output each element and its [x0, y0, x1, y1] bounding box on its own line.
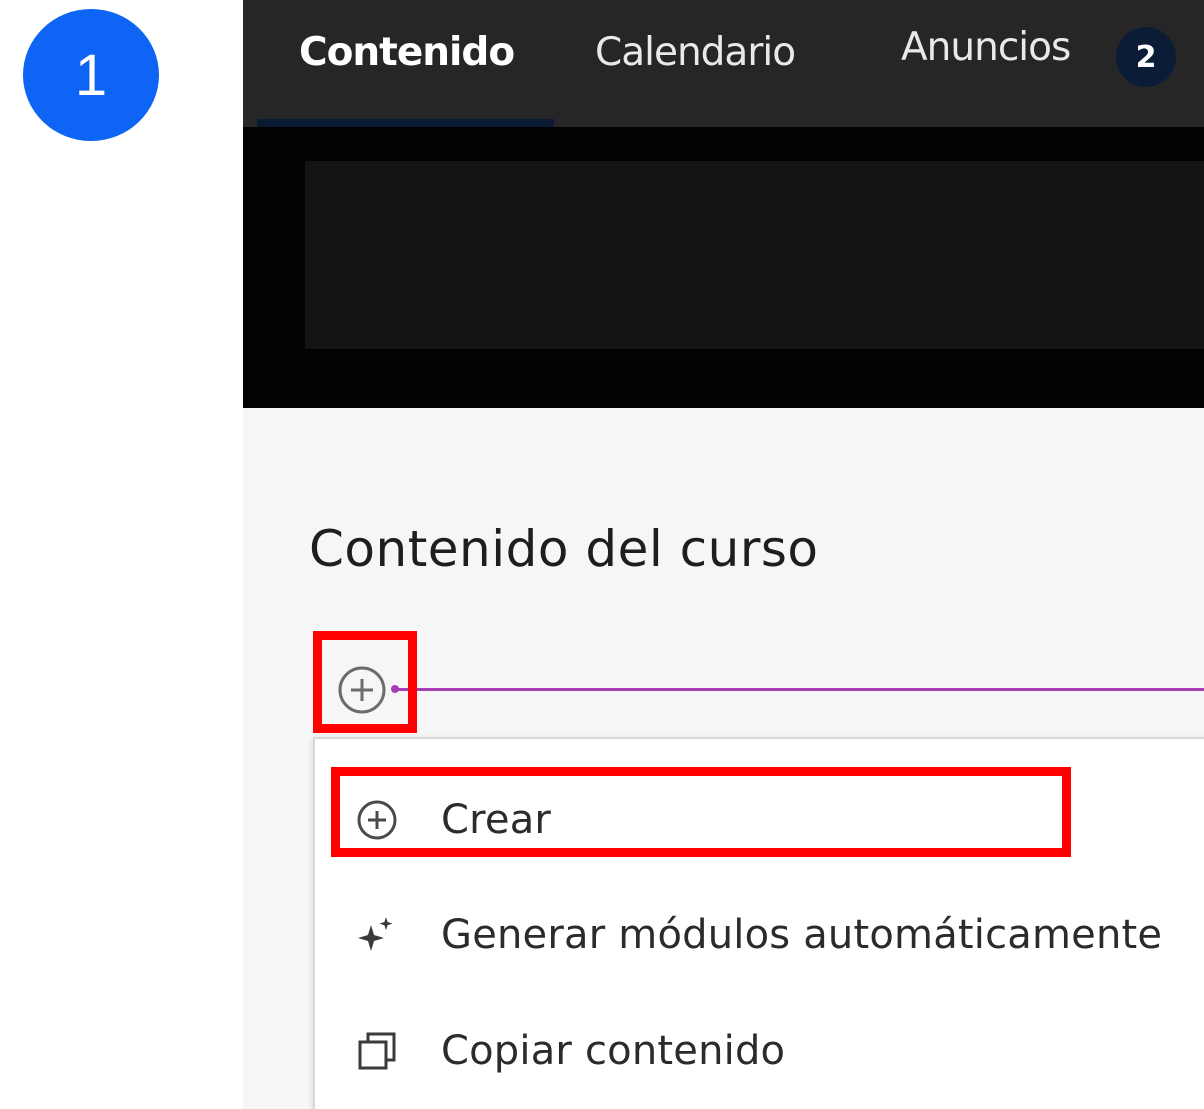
insert-content-divider: [395, 688, 1204, 691]
tab-anuncios[interactable]: Anuncios: [901, 17, 1071, 77]
course-top-navigation: Contenido Calendario Anuncios 2: [243, 0, 1204, 127]
course-app: Contenido Calendario Anuncios 2 Contenid…: [243, 0, 1204, 1109]
menu-item-label: Generar módulos automáticamente: [441, 912, 1163, 958]
course-banner: [243, 127, 1204, 408]
menu-item-copiar-contenido[interactable]: Copiar contenido: [315, 1016, 1204, 1086]
highlight-crear-option: [331, 767, 1071, 857]
announcements-count-badge: 2: [1116, 27, 1176, 87]
course-banner-image: [305, 161, 1204, 349]
sparkles-icon: [353, 911, 401, 959]
copy-icon: [353, 1027, 401, 1075]
active-tab-indicator: [257, 119, 554, 127]
highlight-add-button: [313, 631, 417, 733]
menu-item-label: Copiar contenido: [441, 1028, 786, 1074]
tab-calendario[interactable]: Calendario: [595, 22, 796, 82]
step-number-badge: 1: [23, 9, 159, 141]
menu-item-generar-modulos[interactable]: Generar módulos automáticamente: [315, 900, 1204, 970]
page-title: Contenido del curso: [309, 520, 819, 578]
screenshot-stage: 1 Contenido Calendario Anuncios 2 Conten…: [0, 0, 1204, 1109]
tab-contenido[interactable]: Contenido: [299, 22, 515, 82]
